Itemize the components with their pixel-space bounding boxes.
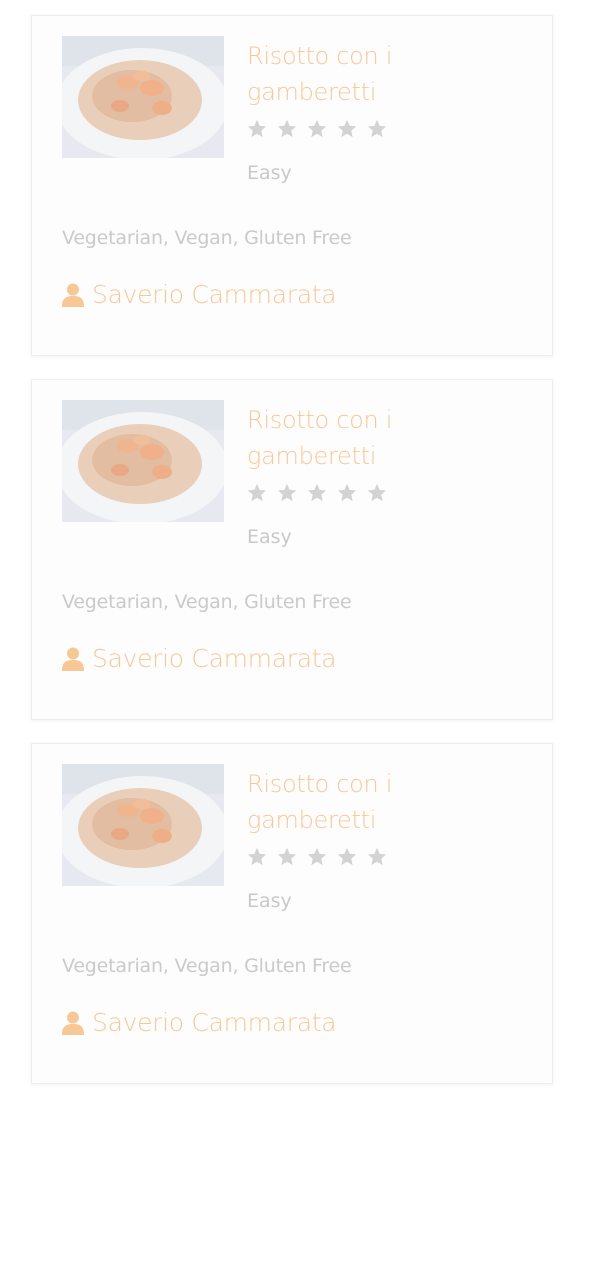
star-icon[interactable] — [336, 118, 358, 140]
user-icon — [62, 647, 84, 671]
star-icon[interactable] — [306, 118, 328, 140]
star-icon[interactable] — [366, 846, 388, 868]
recipe-difficulty: Easy — [247, 890, 292, 912]
recipe-title[interactable]: Risotto con i gamberetti — [247, 38, 447, 110]
star-icon[interactable] — [276, 846, 298, 868]
user-icon — [62, 283, 84, 307]
recipe-card[interactable]: Risotto con i gamberetti Easy Vegetarian… — [31, 15, 553, 356]
rating-stars[interactable] — [246, 118, 388, 140]
star-icon[interactable] — [276, 118, 298, 140]
recipe-title[interactable]: Risotto con i gamberetti — [247, 402, 447, 474]
star-icon[interactable] — [336, 482, 358, 504]
recipe-difficulty: Easy — [247, 526, 292, 548]
star-icon[interactable] — [366, 482, 388, 504]
author-name[interactable]: Saverio Cammarata — [92, 280, 337, 309]
recipe-title[interactable]: Risotto con i gamberetti — [247, 766, 447, 838]
author-name[interactable]: Saverio Cammarata — [92, 1008, 337, 1037]
recipe-author[interactable]: Saverio Cammarata — [62, 280, 337, 309]
star-icon[interactable] — [246, 846, 268, 868]
star-icon[interactable] — [276, 482, 298, 504]
rating-stars[interactable] — [246, 846, 388, 868]
recipe-image[interactable] — [62, 36, 224, 158]
recipe-difficulty: Easy — [247, 162, 292, 184]
star-icon[interactable] — [306, 482, 328, 504]
star-icon[interactable] — [246, 482, 268, 504]
recipe-card[interactable]: Risotto con i gamberetti Easy Vegetarian… — [31, 379, 553, 720]
recipe-image[interactable] — [62, 764, 224, 886]
recipe-diets: Vegetarian, Vegan, Gluten Free — [62, 955, 352, 977]
recipe-author[interactable]: Saverio Cammarata — [62, 644, 337, 673]
author-name[interactable]: Saverio Cammarata — [92, 644, 337, 673]
rating-stars[interactable] — [246, 482, 388, 504]
recipe-card[interactable]: Risotto con i gamberetti Easy Vegetarian… — [31, 743, 553, 1084]
recipe-image[interactable] — [62, 400, 224, 522]
recipe-author[interactable]: Saverio Cammarata — [62, 1008, 337, 1037]
user-icon — [62, 1011, 84, 1035]
recipe-diets: Vegetarian, Vegan, Gluten Free — [62, 591, 352, 613]
star-icon[interactable] — [366, 118, 388, 140]
star-icon[interactable] — [336, 846, 358, 868]
star-icon[interactable] — [306, 846, 328, 868]
star-icon[interactable] — [246, 118, 268, 140]
recipe-diets: Vegetarian, Vegan, Gluten Free — [62, 227, 352, 249]
